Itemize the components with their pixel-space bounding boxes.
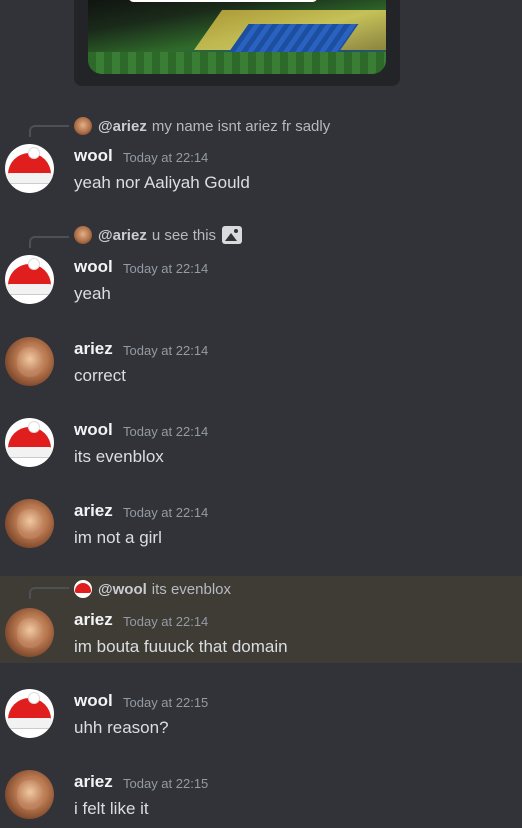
message-item: @ariez my name isnt ariez fr sadly wool … <box>0 114 522 200</box>
message-item: wool Today at 22:14 its evenblox <box>0 418 522 474</box>
reply-avatar-ariez <box>74 226 92 244</box>
message-text: uhh reason? <box>74 718 169 737</box>
timestamp[interactable]: Today at 22:14 <box>123 150 208 165</box>
avatar-wool[interactable] <box>5 255 54 304</box>
timestamp[interactable]: Today at 22:15 <box>123 695 208 710</box>
reply-preview[interactable]: @ariez u see this <box>74 225 243 245</box>
username[interactable]: wool <box>74 420 113 440</box>
avatar-ariez[interactable] <box>5 337 54 386</box>
reply-avatar-ariez <box>74 117 92 135</box>
username[interactable]: ariez <box>74 501 113 521</box>
reply-text: its evenblox <box>151 580 232 598</box>
message-item: ariez Today at 22:14 im not a girl <box>0 499 522 555</box>
username[interactable]: ariez <box>74 610 113 630</box>
reply-text: u see this <box>151 226 217 244</box>
message-text: i felt like it <box>74 799 149 818</box>
timestamp[interactable]: Today at 22:15 <box>123 776 208 791</box>
message-text: im not a girl <box>74 528 162 547</box>
message-text: its evenblox <box>74 447 164 466</box>
message-text: correct <box>74 366 126 385</box>
message-item-highlighted: @wool its evenblox ariez Today at 22:14 … <box>0 576 522 663</box>
reply-author[interactable]: @ariez <box>98 118 147 135</box>
timestamp[interactable]: Today at 22:14 <box>123 614 208 629</box>
message-text: yeah <box>74 284 111 303</box>
timestamp[interactable]: Today at 22:14 <box>123 505 208 520</box>
username[interactable]: wool <box>74 146 113 166</box>
avatar-ariez[interactable] <box>5 770 54 819</box>
username[interactable]: wool <box>74 691 113 711</box>
timestamp[interactable]: Today at 22:14 <box>123 261 208 276</box>
avatar-ariez[interactable] <box>5 608 54 657</box>
timestamp[interactable]: Today at 22:14 <box>123 343 208 358</box>
message-item: wool Today at 22:15 uhh reason? <box>0 689 522 745</box>
reply-preview[interactable]: @ariez my name isnt ariez fr sadly <box>74 116 330 136</box>
avatar-ariez[interactable] <box>5 499 54 548</box>
username[interactable]: wool <box>74 257 113 277</box>
avatar-wool[interactable] <box>5 144 54 193</box>
reply-author[interactable]: @wool <box>98 581 147 598</box>
reply-avatar-wool <box>74 580 92 598</box>
message-item: ariez Today at 22:14 correct <box>0 337 522 393</box>
username[interactable]: ariez <box>74 772 113 792</box>
message-item: @ariez u see this wool Today at 22:14 ye… <box>0 225 522 311</box>
reply-preview[interactable]: @wool its evenblox <box>74 579 231 599</box>
avatar-wool[interactable] <box>5 418 54 467</box>
game-screenshot-image <box>88 0 386 74</box>
message-text: yeah nor Aaliyah Gould <box>74 173 250 192</box>
message-item: ariez Today at 22:15 i felt like it <box>0 770 522 826</box>
reply-author[interactable]: @ariez <box>98 227 147 244</box>
timestamp[interactable]: Today at 22:14 <box>123 424 208 439</box>
reply-text: my name isnt ariez fr sadly <box>151 117 331 135</box>
message-text: im bouta fuuuck that domain <box>74 637 288 656</box>
avatar-wool[interactable] <box>5 689 54 738</box>
image-icon <box>222 226 243 244</box>
username[interactable]: ariez <box>74 339 113 359</box>
image-attachment[interactable] <box>74 0 400 86</box>
